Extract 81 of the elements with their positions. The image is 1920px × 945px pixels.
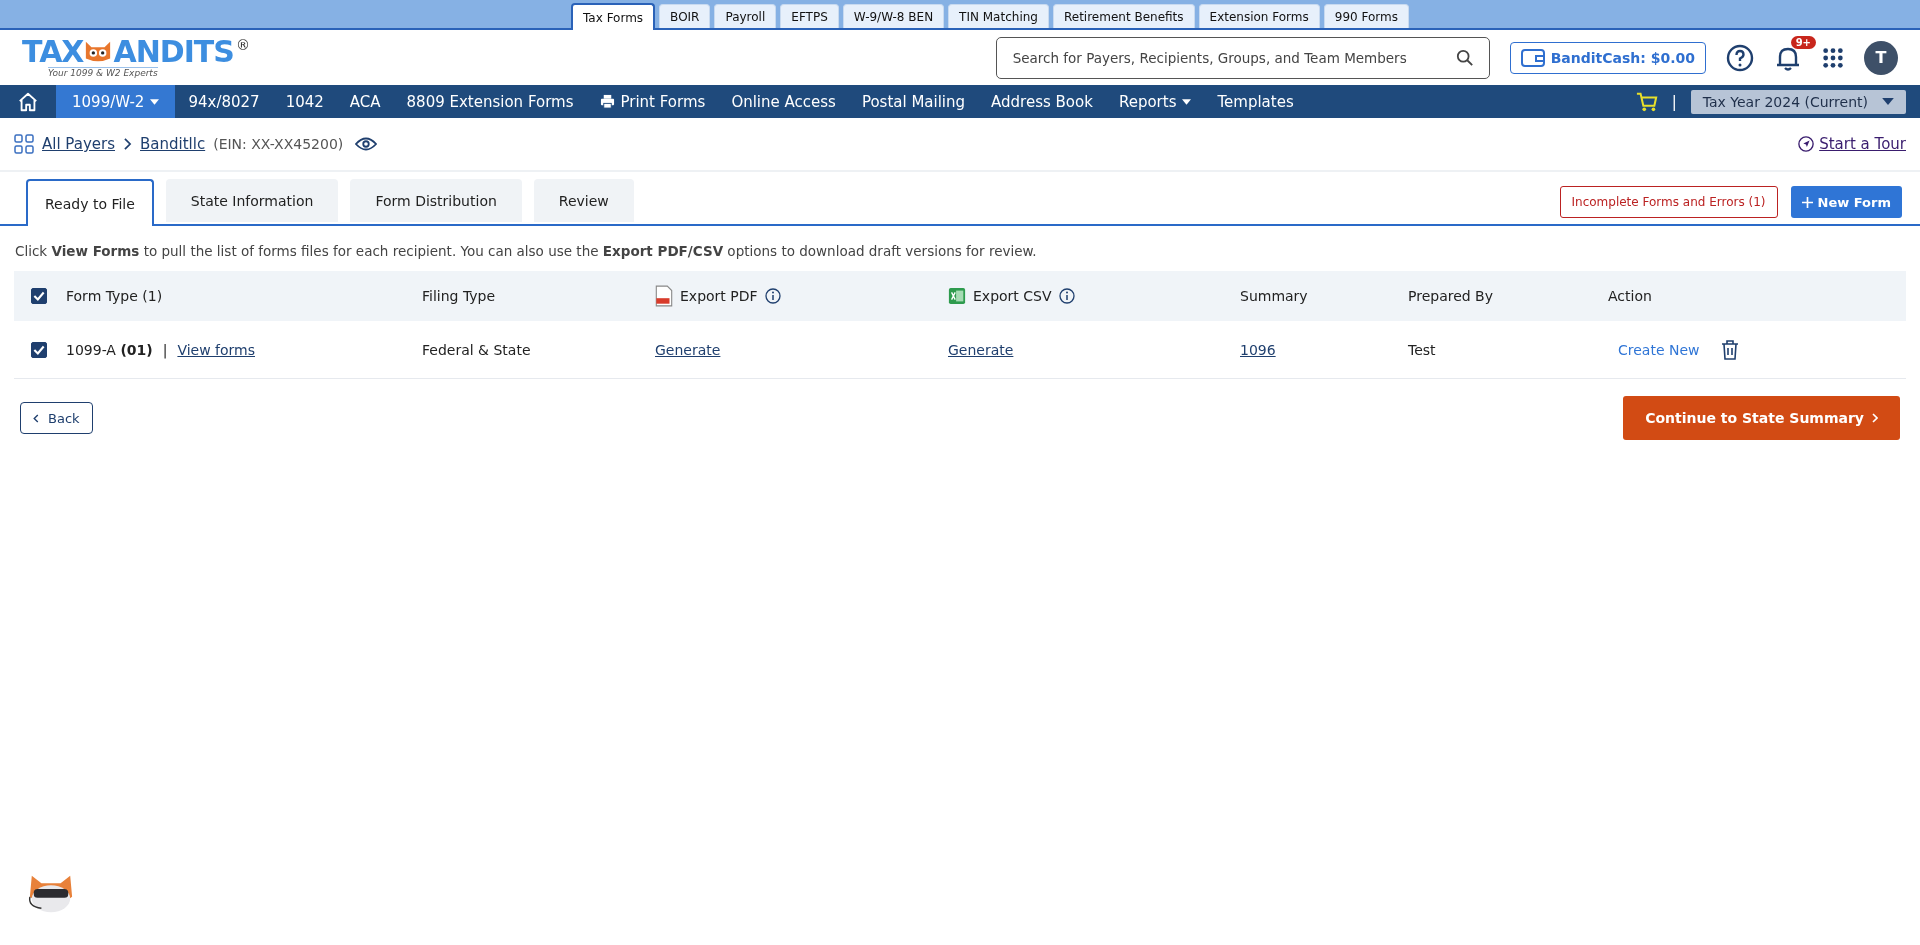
nav-link[interactable]: Online Access: [718, 85, 849, 118]
nav-menu[interactable]: Reports: [1105, 85, 1205, 118]
generate-link[interactable]: Generate: [948, 341, 1014, 358]
printer-icon: [599, 94, 615, 109]
column-header: Prepared By: [1408, 288, 1493, 304]
product-tab[interactable]: Tax Forms: [571, 3, 656, 30]
errors-button[interactable]: Incomplete Forms and Errors (1): [1559, 186, 1778, 218]
logo-tagline: Your 1099 & W2 Experts: [48, 67, 158, 78]
summary-link[interactable]: 1096: [1240, 341, 1276, 358]
back-button[interactable]: Back: [20, 402, 93, 434]
start-tour-link[interactable]: Start a Tour: [1798, 135, 1906, 153]
select-all-checkbox[interactable]: [31, 288, 47, 304]
pdf-file-icon: [655, 285, 673, 307]
registered-mark: ®: [235, 37, 250, 53]
plus-icon: [1801, 196, 1813, 208]
new-form-button[interactable]: New Form: [1790, 186, 1902, 218]
nav-link[interactable]: Print Forms: [586, 85, 719, 118]
product-tab[interactable]: 990 Forms: [1323, 4, 1409, 28]
chevron-right-icon: [1872, 413, 1878, 423]
form-type-text: 1099-A (01): [66, 341, 153, 358]
product-tab[interactable]: Extension Forms: [1198, 4, 1320, 28]
column-header: Form Type (1): [66, 288, 163, 304]
tax-year-dropdown[interactable]: Tax Year 2024 (Current): [1690, 89, 1906, 114]
ein-text: (EIN: XX-XX45200): [213, 136, 344, 152]
product-tab[interactable]: TIN Matching: [948, 4, 1049, 28]
separator: |: [162, 341, 168, 358]
product-tab[interactable]: Retirement Benefits: [1052, 4, 1195, 28]
table-cell: Test: [1408, 341, 1436, 358]
nav-link[interactable]: ACA: [336, 85, 394, 118]
create-new-link[interactable]: Create New: [1618, 341, 1700, 358]
chevron-right-icon: [123, 138, 132, 150]
row-checkbox[interactable]: [31, 341, 47, 358]
breadcrumb-link[interactable]: All Payers: [42, 135, 115, 153]
logo-text: TAX: [22, 37, 84, 67]
info-icon[interactable]: [764, 288, 781, 304]
info-text: Click View Forms to pull the list of forms files for each recipient. You can also use the Export PDF/CSV options to download draft versions for review.: [15, 243, 1038, 259]
separator: |: [1671, 92, 1677, 111]
product-tab[interactable]: W-9/W-8 BEN: [842, 4, 945, 28]
spreadsheet-file-icon: [948, 285, 966, 307]
search-field[interactable]: Search for Payers, Recipients, Groups, and Team Members: [995, 36, 1490, 79]
trash-icon[interactable]: [1720, 339, 1739, 360]
cart-icon[interactable]: [1635, 90, 1658, 113]
notification-badge: 9+: [1790, 35, 1816, 49]
apps-grid-icon[interactable]: [1822, 46, 1844, 69]
column-header: Export CSV: [973, 288, 1052, 304]
bandit-cash-button[interactable]: BanditCash: $0.00: [1509, 41, 1706, 74]
tab[interactable]: Review: [533, 179, 634, 222]
user-avatar[interactable]: T: [1864, 40, 1898, 75]
nav-menu[interactable]: 1099/W-2: [56, 85, 176, 118]
tab[interactable]: State Information: [165, 179, 339, 222]
nav-link[interactable]: 94x/8027: [175, 85, 273, 118]
breadcrumb-link[interactable]: Banditllc: [140, 135, 206, 153]
caret-icon: [1182, 98, 1192, 105]
view-forms-link[interactable]: View forms: [177, 341, 255, 358]
tab[interactable]: Form Distribution: [350, 179, 522, 222]
logo-text: ANDITS: [113, 37, 234, 67]
tab[interactable]: Ready to File: [26, 179, 154, 226]
product-tab[interactable]: EFTPS: [780, 4, 839, 28]
continue-button[interactable]: Continue to State Summary: [1623, 396, 1900, 440]
nav-link[interactable]: 1042: [272, 85, 337, 118]
caret-icon: [1882, 98, 1894, 105]
chevron-left-icon: [33, 413, 39, 423]
product-tab[interactable]: Payroll: [714, 4, 777, 28]
table-cell: Federal & State: [422, 341, 531, 358]
wallet-icon: [1520, 47, 1545, 68]
column-header: Action: [1608, 288, 1652, 304]
nav-link[interactable]: 8809 Extension Forms: [393, 85, 587, 118]
caret-icon: [150, 98, 160, 105]
search-icon: [1455, 48, 1474, 67]
product-tab[interactable]: BOIR: [659, 4, 711, 28]
nav-link[interactable]: Templates: [1204, 85, 1307, 118]
dashboard-icon: [14, 134, 34, 154]
column-header: Export PDF: [680, 288, 758, 304]
column-header: Summary: [1240, 288, 1308, 304]
nav-link[interactable]: Address Book: [978, 85, 1106, 118]
help-icon[interactable]: [1726, 43, 1754, 72]
info-icon[interactable]: [1058, 288, 1075, 304]
column-header: Filing Type: [422, 288, 496, 304]
nav-link[interactable]: Postal Mailing: [848, 85, 979, 118]
generate-link[interactable]: Generate: [655, 341, 721, 358]
eye-icon[interactable]: [355, 136, 378, 152]
